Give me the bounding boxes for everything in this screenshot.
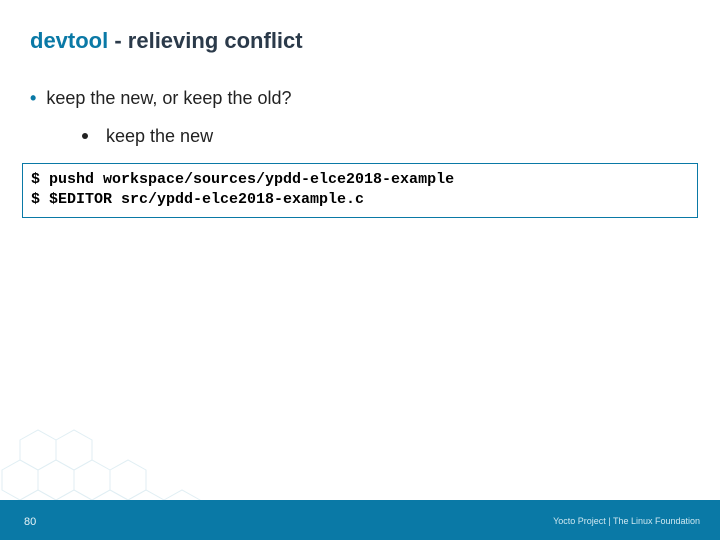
bullet1-text: keep the new, or keep the old? bbox=[46, 88, 291, 108]
page-number: 80 bbox=[24, 516, 36, 528]
slide-title: devtool - relieving conflict bbox=[30, 28, 303, 54]
bullet2-text: keep the new bbox=[106, 126, 213, 146]
bullet-marker: • bbox=[30, 88, 36, 108]
bullet-level-2: keep the new bbox=[82, 126, 213, 147]
title-highlight: devtool bbox=[30, 28, 108, 53]
slide: devtool - relieving conflict • keep the n… bbox=[0, 0, 720, 540]
title-rest: - relieving conflict bbox=[108, 28, 302, 53]
footer-credit: Yocto Project | The Linux Foundation bbox=[553, 516, 700, 526]
code-block: $ pushd workspace/sources/ypdd-elce2018-… bbox=[22, 163, 698, 218]
bullet-level-1: • keep the new, or keep the old? bbox=[30, 88, 292, 109]
subbullet-marker bbox=[82, 133, 88, 139]
